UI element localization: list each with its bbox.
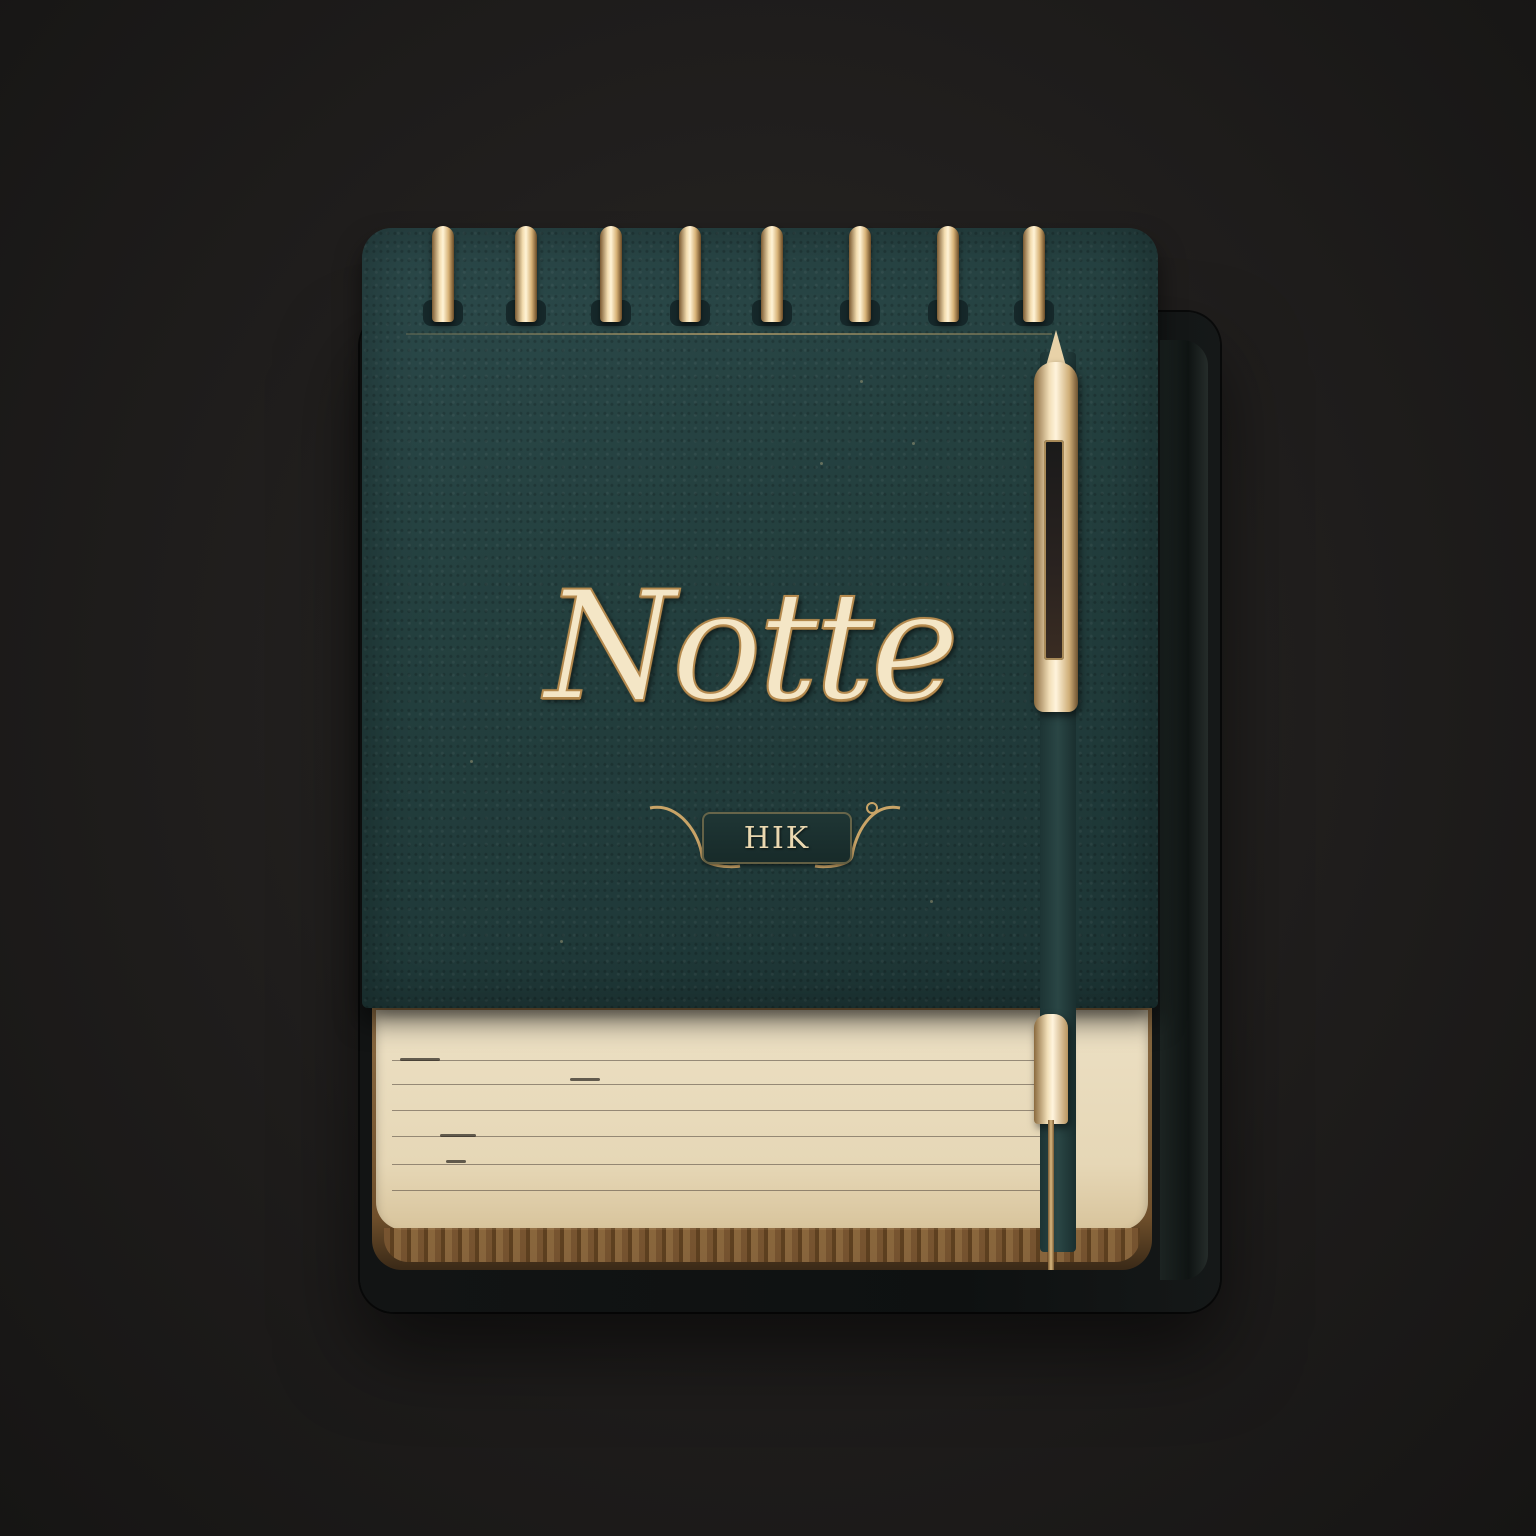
cover-label-plate: HIK <box>702 812 852 864</box>
handwriting-mark <box>440 1134 476 1137</box>
handwriting-mark <box>400 1058 440 1061</box>
paper-edge <box>384 1228 1140 1262</box>
ruled-line <box>392 1164 1042 1165</box>
cover-speck <box>470 760 473 763</box>
ruled-line <box>392 1060 1042 1061</box>
cover-title: Notte <box>544 559 961 735</box>
ruled-line <box>392 1084 1042 1085</box>
pen-tip <box>1046 330 1066 366</box>
spiral-ring <box>432 226 454 322</box>
spiral-ring <box>937 226 959 322</box>
spiral-ring <box>1023 226 1045 322</box>
cover-speck <box>820 462 823 465</box>
pen-lower-clip <box>1034 1014 1068 1124</box>
cover-speck <box>912 442 915 445</box>
spiral-ring <box>679 226 701 322</box>
ruled-line <box>392 1136 1042 1137</box>
cover-speck <box>860 380 863 383</box>
cover-speck <box>560 940 563 943</box>
spiral-ring <box>600 226 622 322</box>
paper-page <box>376 1010 1148 1230</box>
cover-rule-line <box>406 333 1052 335</box>
pen-stem <box>1048 1120 1054 1270</box>
handwriting-mark <box>570 1078 600 1081</box>
spiral-ring <box>515 226 537 322</box>
spiral-ring <box>849 226 871 322</box>
pen-window <box>1044 440 1064 660</box>
ruled-line <box>392 1190 1042 1191</box>
handwriting-mark <box>446 1160 466 1163</box>
ruled-line <box>392 1110 1042 1111</box>
notebook-back-edge <box>1160 340 1208 1280</box>
cover-speck <box>930 900 933 903</box>
scene: Notte HIK <box>0 0 1536 1536</box>
spiral-ring <box>761 226 783 322</box>
